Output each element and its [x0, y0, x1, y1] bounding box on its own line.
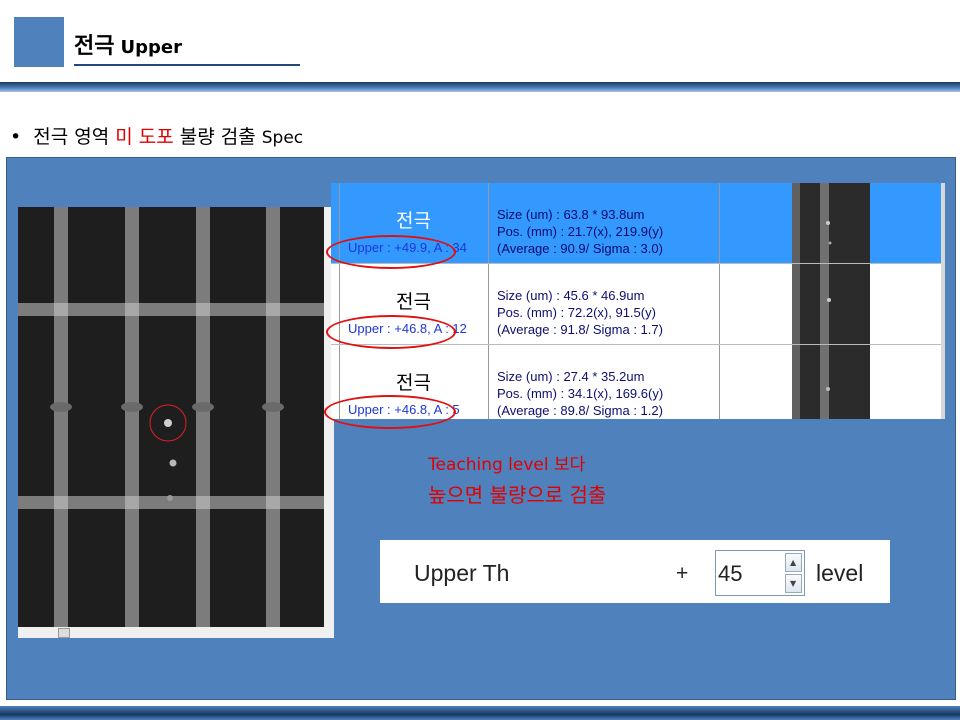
defect-position: Pos. (mm) : 34.1(x), 169.6(y) [497, 386, 664, 401]
defect-average: (Average : 91.8/ Sigma : 1.7) [497, 322, 663, 337]
bullet-spec: Spec [261, 128, 304, 148]
defect-info: Size (um) : 27.4 * 35.2um Pos. (mm) : 34… [497, 368, 663, 419]
header-band [0, 82, 960, 92]
threshold-value[interactable]: 45 [718, 561, 742, 587]
spin-down-button[interactable]: ▼ [785, 574, 802, 593]
inspection-image-viewer[interactable] [18, 207, 334, 638]
note-line-1: Teaching level 보다 [428, 455, 586, 475]
bullet-suffix: 불량 검출 [173, 126, 262, 148]
threshold-sign: + [676, 562, 689, 585]
arrow-up-icon: ▲ [790, 558, 797, 567]
list-column-divider [719, 183, 720, 419]
defect-type-label: 전극 [396, 291, 431, 313]
upper-threshold-setting: Upper Th + 45 ▲ ▼ level [380, 540, 890, 603]
defect-list-scrollbar[interactable] [941, 183, 945, 419]
threshold-unit: level [816, 560, 864, 586]
highlight-ellipse [326, 235, 456, 269]
bullet-dot-icon: • [10, 126, 22, 148]
detection-note: Teaching level 보다 높으면 불량으로 검출 [428, 450, 606, 508]
title-underline [74, 64, 300, 66]
threshold-label: Upper Th [414, 560, 510, 586]
viewer-horizontal-scrollbar[interactable] [18, 627, 334, 638]
bullet-red-text: 미 도포 [115, 126, 174, 148]
bullet-prefix: 전극 영역 [33, 126, 116, 148]
bullet-line: • 전극 영역 미 도포 불량 검출 Spec [10, 122, 303, 149]
list-column-divider [339, 183, 340, 419]
list-column-divider [488, 183, 489, 419]
slide-title-sub: Upper [120, 37, 182, 58]
note-line-2: 높으면 불량으로 검출 [428, 483, 607, 507]
highlight-ellipse [326, 315, 456, 349]
viewer-scroll-thumb[interactable] [58, 628, 70, 638]
defect-info: Size (um) : 63.8 * 93.8um Pos. (mm) : 21… [497, 206, 663, 257]
slide-title: 전극 Upper [74, 28, 182, 60]
defect-info: Size (um) : 45.6 * 46.9um Pos. (mm) : 72… [497, 287, 663, 338]
defect-size: Size (um) : 27.4 * 35.2um [497, 369, 645, 384]
threshold-spinbox[interactable]: 45 ▲ ▼ [715, 550, 805, 596]
slide-title-main: 전극 [74, 34, 115, 59]
defect-thumbnail [792, 345, 870, 419]
defect-list: 전극 Upper : +49.9, A : 34 Size (um) : 63.… [331, 183, 945, 419]
arrow-down-icon: ▼ [790, 579, 797, 588]
defect-size: Size (um) : 63.8 * 93.8um [497, 207, 645, 222]
defect-type-label: 전극 [396, 372, 431, 394]
defect-average: (Average : 89.8/ Sigma : 1.2) [497, 403, 663, 418]
defect-size: Size (um) : 45.6 * 46.9um [497, 288, 645, 303]
defect-type-label: 전극 [396, 210, 431, 232]
footer-band [0, 706, 960, 720]
spin-up-button[interactable]: ▲ [785, 553, 802, 572]
title-accent-square [14, 17, 64, 67]
defect-thumbnail [792, 264, 870, 344]
defect-position: Pos. (mm) : 72.2(x), 91.5(y) [497, 305, 656, 320]
inspection-image [18, 207, 324, 627]
defect-position: Pos. (mm) : 21.7(x), 219.9(y) [497, 224, 664, 239]
defect-thumbnail [792, 183, 870, 263]
highlight-ellipse [324, 395, 456, 429]
defect-average: (Average : 90.9/ Sigma : 3.0) [497, 241, 663, 256]
